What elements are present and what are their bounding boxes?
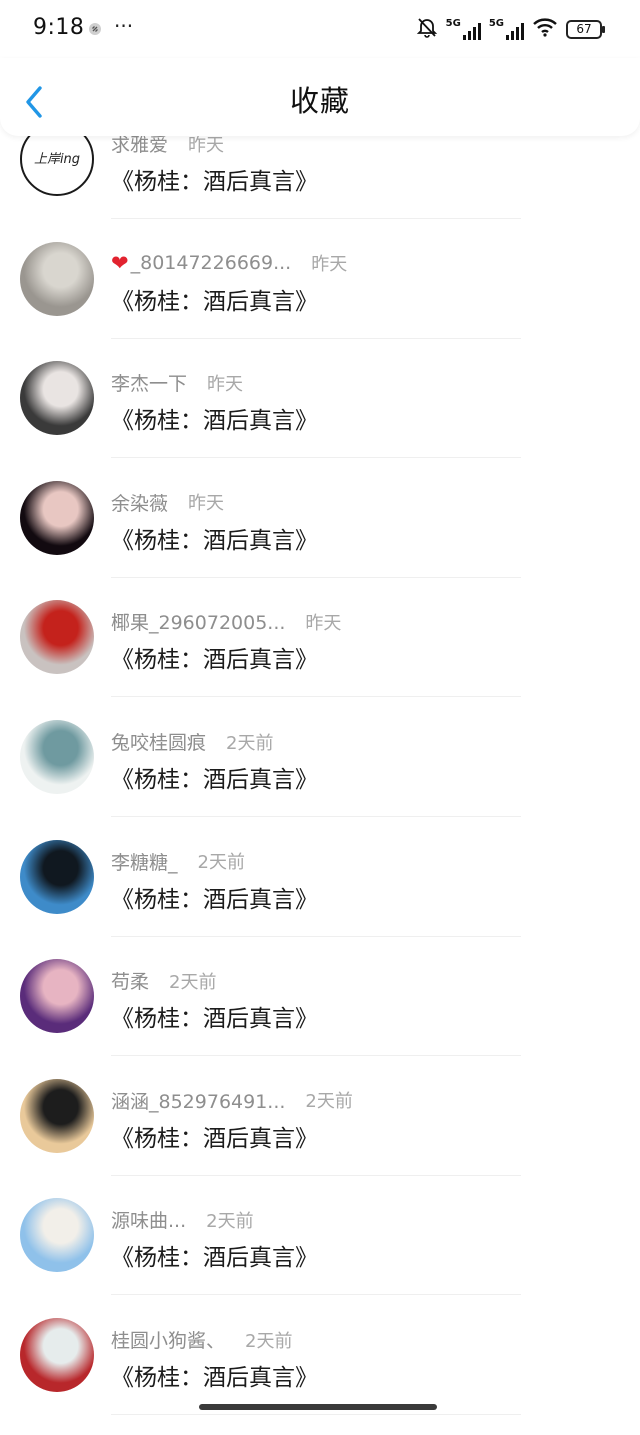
avatar-text: 上岸ing	[33, 152, 81, 167]
avatar[interactable]	[20, 1318, 94, 1392]
wifi-icon	[532, 17, 558, 41]
divider	[111, 1294, 521, 1296]
favorite-item[interactable]: 李糖糖_ 2天前《杨桂：酒后真言》	[0, 838, 640, 957]
divider	[111, 696, 521, 698]
avatar[interactable]	[20, 480, 94, 555]
more-status-icon: ···	[114, 14, 134, 38]
item-meta: 李杰一下 昨天	[111, 369, 243, 396]
divider	[111, 457, 521, 459]
item-title[interactable]: 《杨桂：酒后真言》	[111, 880, 318, 914]
title-bar: 收藏	[0, 58, 640, 136]
item-meta: 余染薇 昨天	[111, 489, 224, 516]
item-meta: 涵涵_852976491... 2天前	[111, 1087, 353, 1114]
avatar[interactable]	[20, 241, 94, 316]
favorite-item[interactable]: 桂圆小狗酱、 2天前《杨桂：酒后真言》	[0, 1316, 640, 1435]
status-bar: 9:18 ··· 5G 5G 67	[0, 0, 640, 58]
favorite-item[interactable]: 椰果_296072005... 昨天《杨桂：酒后真言》	[0, 598, 640, 717]
item-time: 2天前	[206, 1210, 254, 1232]
item-time: 2天前	[226, 732, 274, 754]
avatar[interactable]	[20, 1198, 94, 1273]
divider	[111, 1174, 521, 1176]
user-name[interactable]: 李杰一下	[111, 369, 187, 396]
item-meta: 椰果_296072005... 昨天	[111, 608, 341, 635]
favorite-item[interactable]: 兔咬桂圆痕 2天前《杨桂：酒后真言》	[0, 718, 640, 837]
item-title[interactable]: 《杨桂：酒后真言》	[111, 640, 318, 674]
item-title[interactable]: 《杨桂：酒后真言》	[111, 1358, 318, 1392]
item-title[interactable]: 《杨桂：酒后真言》	[111, 1238, 318, 1272]
favorite-item[interactable]: 李杰一下 昨天《杨桂：酒后真言》	[0, 359, 640, 478]
item-title[interactable]: 《杨桂：酒后真言》	[111, 401, 318, 435]
item-meta: 桂圆小狗酱、 2天前	[111, 1326, 292, 1353]
user-name[interactable]: 苟柔	[111, 967, 149, 994]
item-time: 2天前	[245, 1330, 293, 1352]
favorite-item[interactable]: 涵涵_852976491... 2天前《杨桂：酒后真言》	[0, 1077, 640, 1196]
user-name[interactable]: 李糖糖_	[111, 848, 178, 875]
avatar[interactable]	[20, 361, 94, 436]
favorite-item[interactable]: 余染薇 昨天《杨桂：酒后真言》	[0, 479, 640, 598]
favorite-item[interactable]: ❤ _80147226669... 昨天《杨桂：酒后真言》	[0, 240, 640, 359]
user-name[interactable]: 桂圆小狗酱、	[111, 1326, 225, 1353]
item-time: 昨天	[207, 373, 244, 395]
divider	[111, 218, 521, 219]
item-time: 2天前	[197, 852, 245, 874]
status-time: 9:18	[33, 15, 85, 40]
item-meta: ❤ _80147226669... 昨天	[111, 250, 347, 276]
bell-muted-icon	[416, 16, 438, 42]
avatar[interactable]	[20, 720, 94, 794]
favorites-list: 上岸ing 求雅爱 昨天 《杨桂：酒后真言》 ❤ _80147226669... 昨天 《杨桂…	[0, 0, 640, 1423]
heart-icon: ❤	[111, 250, 129, 275]
page-title: 收藏	[289, 84, 350, 118]
item-meta: 源味曲... 2天前	[111, 1206, 254, 1233]
item-meta: 苟柔 2天前	[111, 967, 216, 994]
divider	[111, 1414, 521, 1415]
status-icons: 5G 5G 67	[416, 15, 605, 43]
user-name[interactable]: 椰果_296072005...	[111, 608, 285, 635]
divider	[111, 337, 521, 339]
battery-icon: 67	[566, 19, 605, 39]
item-meta: 兔咬桂圆痕 2天前	[111, 728, 273, 755]
user-name[interactable]: 余染薇	[111, 489, 168, 516]
divider	[111, 935, 521, 937]
avatar[interactable]	[20, 959, 94, 1034]
favorite-item[interactable]: 上岸ing 求雅爱 昨天 《杨桂：酒后真言》	[0, 120, 640, 239]
user-name[interactable]: _80147226669...	[131, 252, 292, 274]
divider	[111, 576, 521, 578]
signal-icon-2: 5G	[489, 18, 524, 40]
user-name[interactable]: 源味曲...	[111, 1206, 186, 1233]
user-name[interactable]: 涵涵_852976491...	[111, 1087, 285, 1114]
item-time: 昨天	[311, 253, 348, 275]
item-title[interactable]: 《杨桂：酒后真言》	[111, 162, 318, 196]
item-time: 2天前	[305, 1091, 353, 1113]
item-title[interactable]: 《杨桂：酒后真言》	[111, 760, 318, 794]
favorite-item[interactable]: 苟柔 2天前《杨桂：酒后真言》	[0, 957, 640, 1076]
favorite-item[interactable]: 源味曲... 2天前《杨桂：酒后真言》	[0, 1196, 640, 1315]
item-title[interactable]: 《杨桂：酒后真言》	[111, 1119, 318, 1153]
link-icon	[88, 21, 102, 40]
item-time: 昨天	[305, 612, 342, 634]
item-meta: 李糖糖_ 2天前	[111, 848, 245, 875]
item-title[interactable]: 《杨桂：酒后真言》	[111, 521, 318, 555]
avatar[interactable]	[20, 839, 94, 914]
divider	[111, 816, 521, 817]
user-name[interactable]: 兔咬桂圆痕	[111, 728, 206, 755]
item-title[interactable]: 《杨桂：酒后真言》	[111, 282, 318, 316]
item-title[interactable]: 《杨桂：酒后真言》	[111, 999, 318, 1033]
signal-icon-1: 5G	[446, 18, 481, 40]
divider	[111, 1055, 521, 1057]
home-indicator[interactable]	[199, 1404, 437, 1410]
item-time: 2天前	[169, 971, 217, 993]
avatar[interactable]	[20, 600, 94, 675]
avatar[interactable]	[20, 1078, 94, 1153]
item-time: 昨天	[188, 493, 225, 515]
